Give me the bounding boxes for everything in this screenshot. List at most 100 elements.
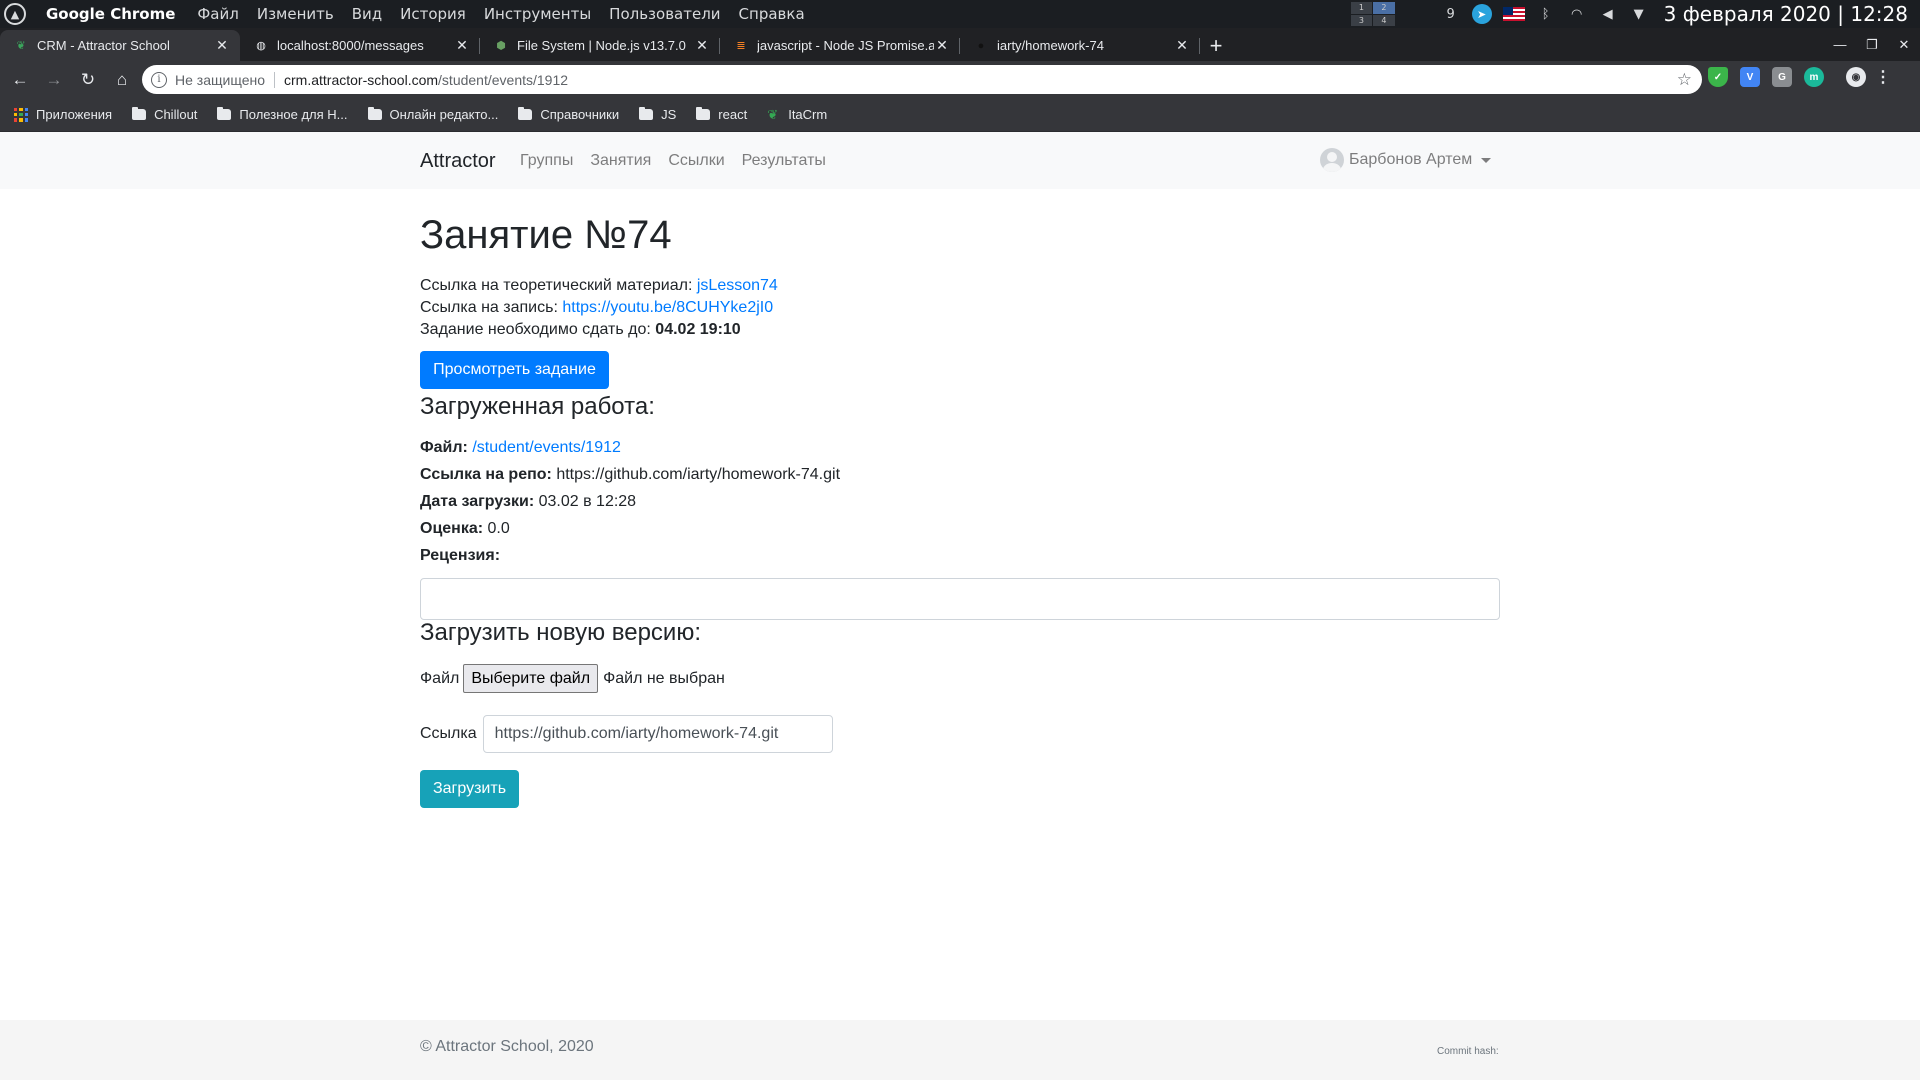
chrome-menu-icon[interactable]: ⋮ [1875,67,1891,87]
close-tab-icon[interactable]: ✕ [694,37,710,54]
tray-dropdown-icon[interactable]: ▼ [1629,4,1649,24]
view-task-button[interactable]: Просмотреть задание [420,351,609,389]
back-icon[interactable]: ← [6,66,34,94]
window-controls: — ❐ ✕ [1824,28,1920,61]
workspace-2[interactable]: 2 [1373,2,1395,14]
menu-edit[interactable]: Изменить [257,5,334,23]
folder-icon [639,107,654,120]
tab-crm[interactable]: ❦ CRM - Attractor School ✕ [0,30,240,61]
github-icon: ● [977,39,985,52]
bookmark-references[interactable]: Справочники [518,107,619,122]
menu-users[interactable]: Пользователи [609,5,720,23]
theory-label: Ссылка на теоретический материал: [420,277,693,294]
browser-toolbar: ← → ↻ ⌂ i Не защищено crm.attractor-scho… [0,61,1920,98]
home-icon[interactable]: ⌂ [108,66,136,94]
deadline-value: 04.02 19:10 [655,321,741,338]
tab-github[interactable]: ● iarty/homework-74 ✕ [960,30,1200,61]
extension-g-icon[interactable]: G [1772,67,1792,87]
app-menu: Файл Изменить Вид История Инструменты По… [197,5,822,23]
commit-hash-label: Commit hash: [1437,1046,1499,1057]
close-tab-icon[interactable]: ✕ [214,37,230,54]
minimize-icon[interactable]: — [1824,28,1856,61]
bookmark-apps[interactable]: Приложения [14,107,112,122]
bookmark-online-editors[interactable]: Онлайн редакто... [367,107,498,122]
adblock-shield-icon[interactable]: ✓ [1708,67,1728,87]
upload-button[interactable]: Загрузить [420,770,519,808]
upload-new-heading: Загрузить новую версию: [420,619,701,646]
theory-link[interactable]: jsLesson74 [697,277,778,294]
wifi-icon[interactable]: ◠ [1567,4,1587,24]
address-bar[interactable]: i Не защищено crm.attractor-school.com /… [142,65,1702,94]
workspace-3[interactable]: 3 [1350,14,1373,26]
menu-file[interactable]: Файл [197,5,238,23]
nodejs-icon: ⬢ [496,40,506,52]
uploaded-file-row: Файл: /student/events/1912 [420,439,621,457]
tab-title: File System | Node.js v13.7.0 [517,38,686,53]
repo-link-input[interactable]: https://github.com/iarty/homework-74.git [482,715,833,753]
bookmark-useful[interactable]: Полезное для Н... [217,107,348,122]
record-link[interactable]: https://youtu.be/8CUHYke2jI0 [562,299,773,316]
user-name: Барбонов Артем [1349,151,1473,168]
keyboard-layout-us-flag-icon[interactable] [1502,7,1525,21]
close-tab-icon[interactable]: ✕ [1174,37,1190,54]
telegram-icon[interactable]: ➤ [1471,4,1492,24]
bookmark-react[interactable]: react [696,107,747,122]
notifications-badge-icon[interactable]: 9 [1441,4,1461,24]
menu-help[interactable]: Справка [739,5,805,23]
bookmark-label: JS [661,107,677,122]
nav-results[interactable]: Результаты [742,152,826,170]
deadline-row: Задание необходимо сдать до: 04.02 19:10 [420,321,741,339]
tab-title: CRM - Attractor School [37,38,170,53]
bookmark-star-icon[interactable]: ☆ [1677,70,1692,90]
workspace-1[interactable]: 1 [1350,2,1373,14]
nav-groups[interactable]: Группы [520,152,573,170]
bookmark-label: Полезное для Н... [239,107,348,122]
user-menu[interactable]: Барбонов Артем [1320,148,1492,172]
security-status[interactable]: Не защищено [175,72,265,88]
close-tab-icon[interactable]: ✕ [454,37,470,54]
bluetooth-icon[interactable]: ᛒ [1536,4,1556,24]
new-tab-button[interactable]: + [1200,30,1232,61]
site-navbar: Attractor Группы Занятия Ссылки Результа… [0,132,1920,189]
choose-file-button[interactable]: Выберите файл [463,664,599,693]
volume-icon[interactable]: ◀ [1598,4,1618,24]
file-upload-row: Файл Выберите файл Файл не выбран [420,664,725,693]
tab-stackoverflow[interactable]: ≣ javascript - Node JS Promise.a ✕ [720,30,960,61]
forward-icon[interactable]: → [40,66,68,94]
site-brand[interactable]: Attractor [420,150,496,173]
tab-nodejs[interactable]: ⬢ File System | Node.js v13.7.0 ✕ [480,30,720,61]
workspace-4[interactable]: 4 [1373,14,1395,26]
site-info-icon[interactable]: i [151,71,167,88]
menu-view[interactable]: Вид [352,5,382,23]
reload-icon[interactable]: ↻ [74,66,102,94]
tab-localhost[interactable]: ◍ localhost:8000/messages ✕ [240,30,480,61]
bookmark-chillout[interactable]: Chillout [132,107,197,122]
uploaded-file-link[interactable]: /student/events/1912 [472,439,621,456]
page-title: Занятие №74 [420,213,672,257]
os-launcher-icon[interactable]: ▲ [4,3,26,25]
grade-row: Оценка: 0.0 [420,520,510,538]
repo-value: https://github.com/iarty/homework-74.git [556,466,841,483]
tab-title: localhost:8000/messages [277,38,424,53]
close-tab-icon[interactable]: ✕ [934,37,950,54]
tab-title: iarty/homework-74 [997,38,1104,53]
vpn-extension-icon[interactable]: V [1740,67,1760,87]
bookmark-label: react [718,107,748,122]
nav-links-page[interactable]: Ссылки [668,152,724,170]
close-window-icon[interactable]: ✕ [1888,28,1920,61]
folder-icon [132,107,147,120]
nav-lessons[interactable]: Занятия [590,152,651,170]
folder-icon [367,107,382,120]
bookmark-itacrm[interactable]: ❦ ItaCrm [767,107,827,122]
workspace-switcher[interactable]: 1 2 3 4 [1350,2,1395,26]
bookmark-js[interactable]: JS [639,107,676,122]
profile-avatar-icon[interactable]: ◉ [1846,67,1866,87]
restore-icon[interactable]: ❐ [1856,28,1888,61]
deadline-label: Задание необходимо сдать до: [420,321,651,338]
menu-history[interactable]: История [400,5,466,23]
menu-tools[interactable]: Инструменты [484,5,591,23]
extension-m-icon[interactable]: m [1804,67,1824,87]
system-tray: 1 2 3 4 9 ➤ ᛒ ◠ ◀ ▼ 3 февраля 2020 | 12:… [1350,0,1908,28]
url-path: /student/events/1912 [438,71,569,88]
clock[interactable]: 3 февраля 2020 | 12:28 [1664,2,1908,26]
